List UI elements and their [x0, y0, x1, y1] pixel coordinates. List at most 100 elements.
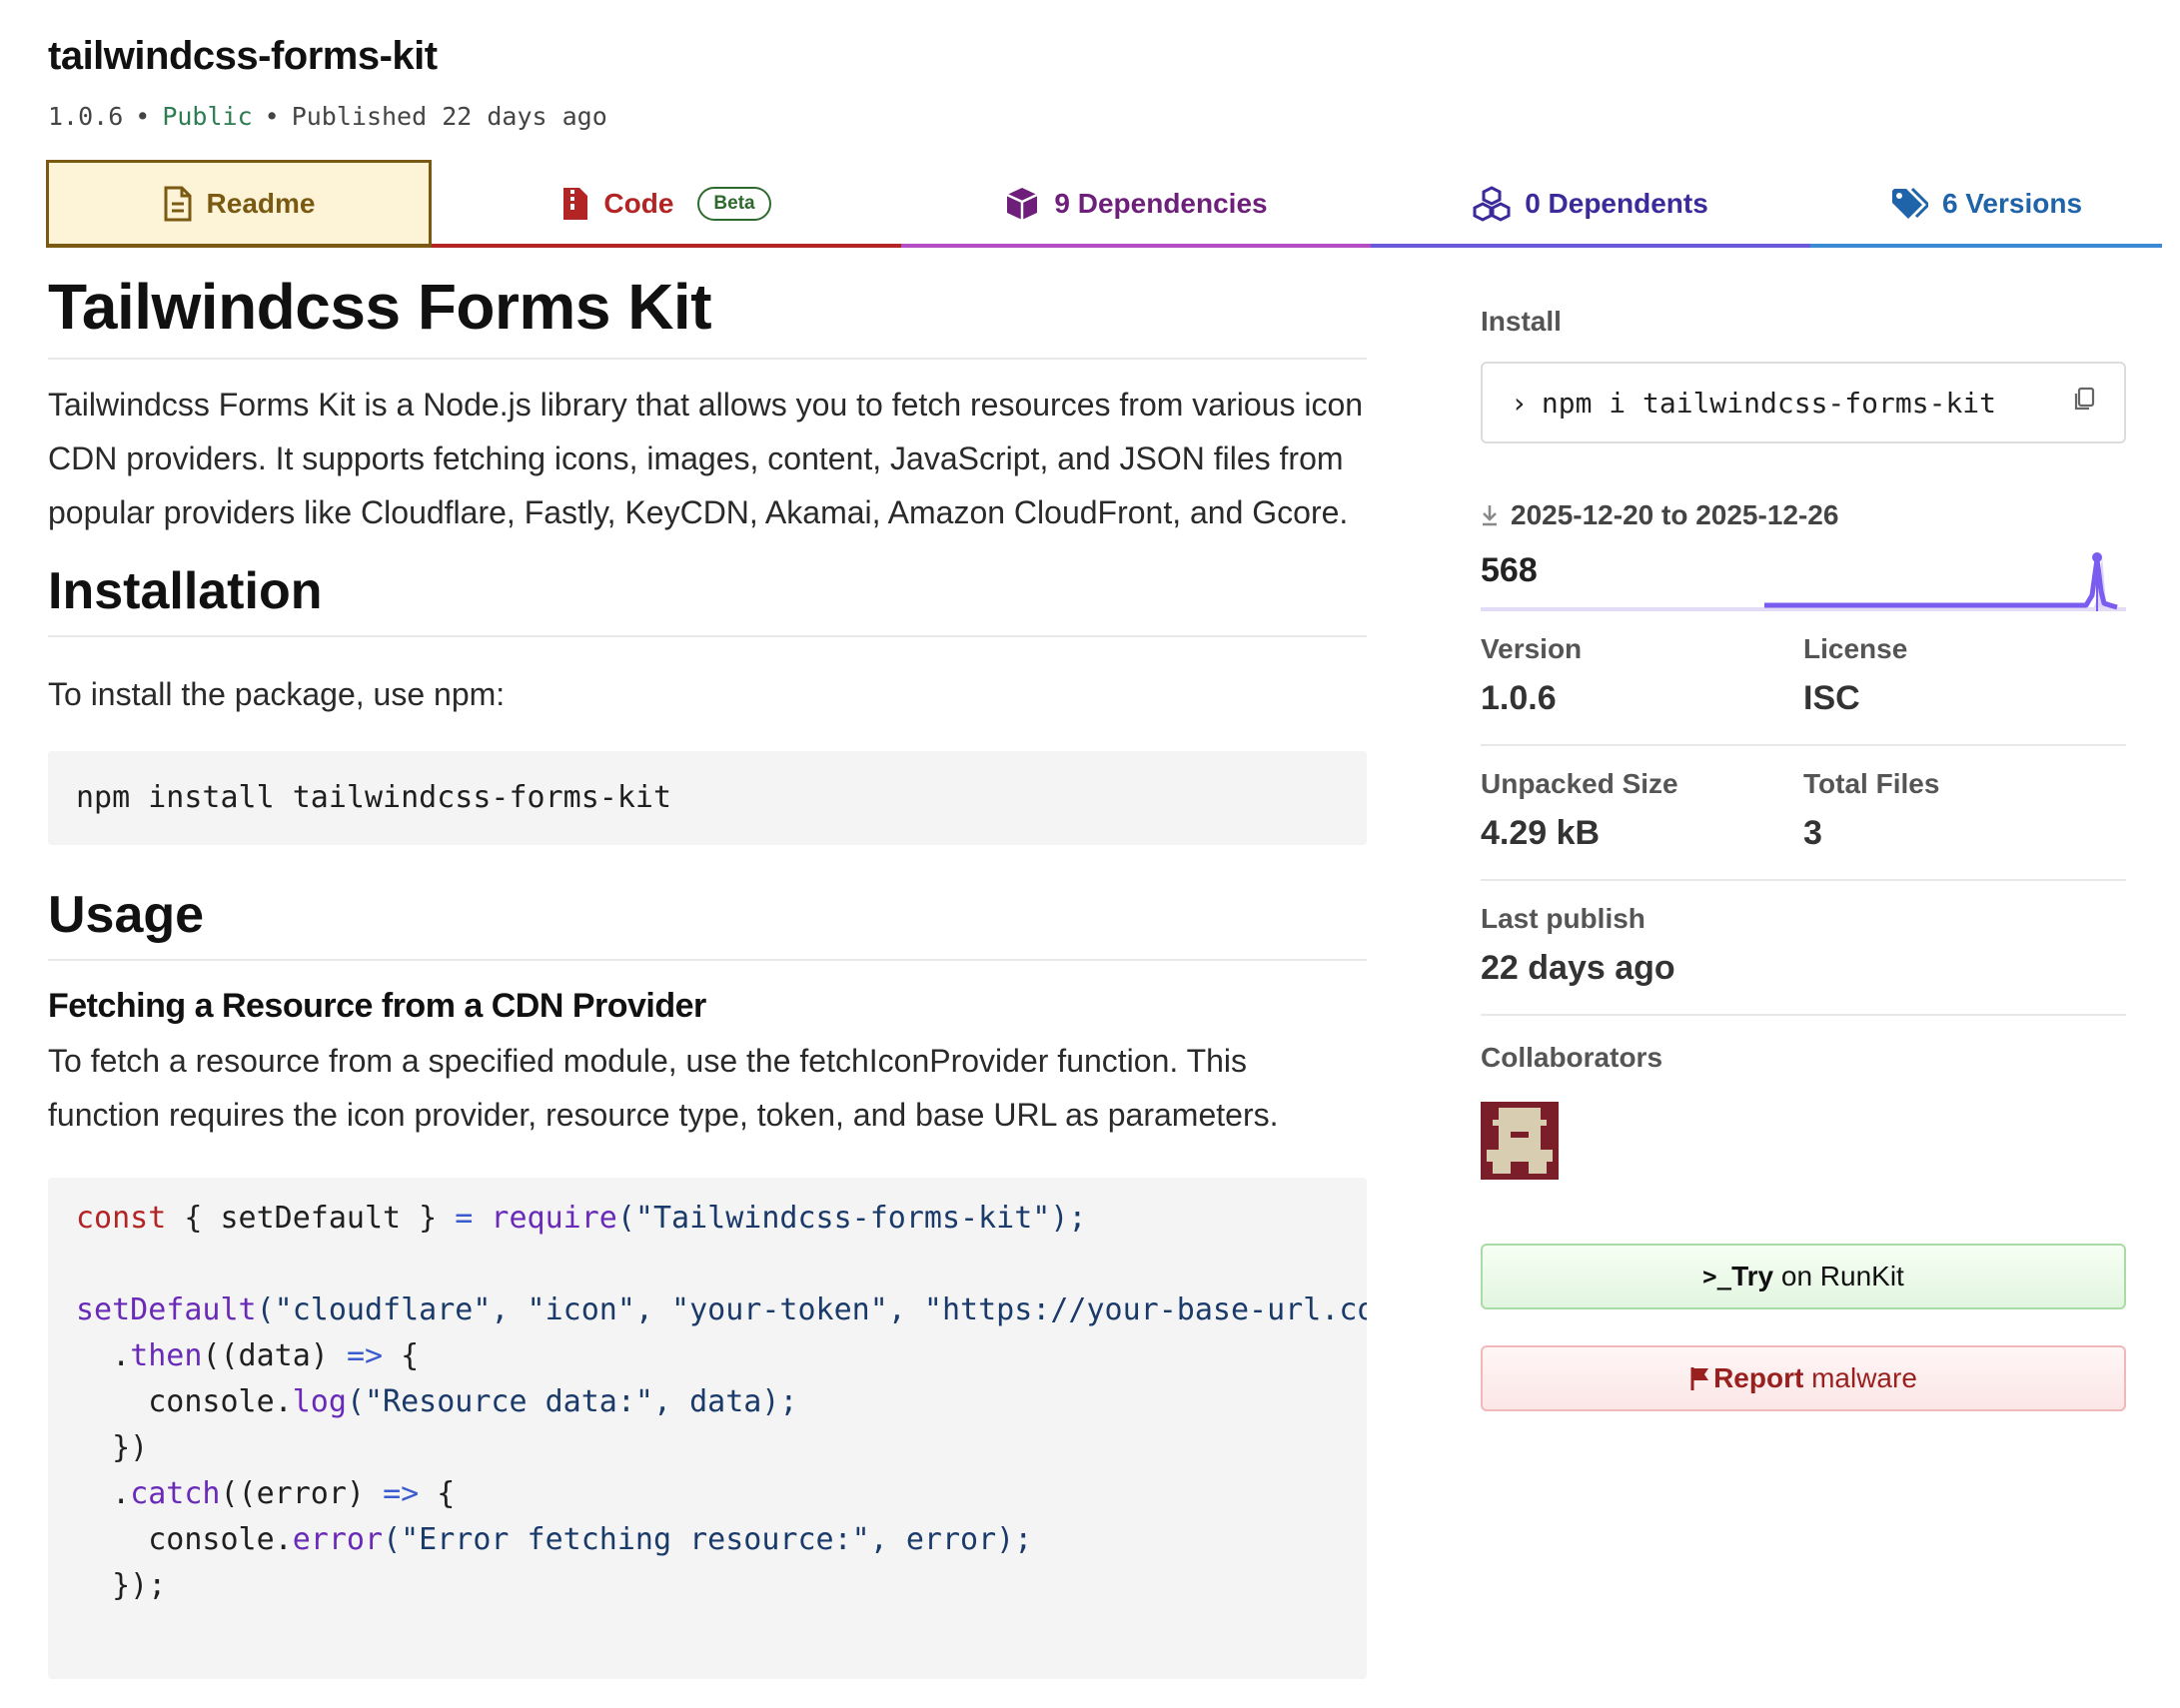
- flag-icon: [1689, 1365, 1711, 1391]
- license-label: License: [1803, 633, 1908, 664]
- installation-heading: Installation: [48, 561, 1367, 637]
- size-files-row: Unpacked Size 4.29 kB Total Files 3: [1481, 746, 2126, 881]
- code-token: { setDefault }: [166, 1201, 456, 1236]
- report-bold-label: Report: [1713, 1362, 1804, 1393]
- tab-readme[interactable]: Readme: [46, 160, 432, 248]
- collaborators-section: Collaborators: [1481, 1016, 2126, 1180]
- tab-code[interactable]: Code Beta: [432, 160, 901, 248]
- code-token: error: [292, 1522, 384, 1557]
- tab-versions-label: 6 Versions: [1941, 188, 2083, 219]
- readme-content: Tailwindcss Forms Kit Tailwindcss Forms …: [48, 270, 1367, 1679]
- usage-text: To fetch a resource from a specified mod…: [48, 1043, 1279, 1133]
- code-token: }): [76, 1430, 149, 1465]
- weekly-downloads-range: 2025-12-20 to 2025-12-26: [1481, 499, 2126, 531]
- tab-code-label: Code: [603, 188, 674, 219]
- last-publish-value: 22 days ago: [1481, 949, 1675, 987]
- package-tabs: Readme Code Beta 9 Dependencies 0 Depend…: [46, 160, 2162, 252]
- code-token: setDefault: [76, 1292, 257, 1327]
- prompt-icon: ›: [1511, 386, 1528, 420]
- version-label: Version: [1481, 633, 1583, 664]
- code-token: {: [383, 1338, 420, 1373]
- tab-readme-label: Readme: [206, 188, 316, 219]
- document-icon: [163, 186, 193, 222]
- tab-dependents-label: 0 Dependents: [1525, 188, 1708, 219]
- download-icon: [1481, 503, 1499, 527]
- code-token: log: [292, 1384, 347, 1419]
- code-token: =: [455, 1201, 474, 1236]
- code-token: {: [419, 1476, 456, 1511]
- meta-separator: •: [264, 102, 280, 131]
- code-token: then: [130, 1338, 203, 1373]
- code-token: ("Tailwindcss-forms-kit");: [616, 1201, 1087, 1236]
- runkit-bold-label: Try: [1731, 1261, 1774, 1291]
- tab-underline-versions: [1810, 244, 2162, 248]
- code-token: require: [491, 1201, 617, 1236]
- readme-intro: Tailwindcss Forms Kit is a Node.js libra…: [48, 387, 1364, 530]
- unpacked-size-label: Unpacked Size: [1481, 768, 1678, 799]
- code-token: catch: [130, 1476, 221, 1511]
- code-token: .: [76, 1338, 131, 1373]
- tab-dependencies[interactable]: 9 Dependencies: [901, 160, 1371, 248]
- total-files-value: 3: [1803, 814, 1822, 852]
- version-license-row: Version 1.0.6 License ISC: [1481, 611, 2126, 746]
- install-command-box[interactable]: › npm i tailwindcss-forms-kit: [1481, 362, 2126, 443]
- runkit-label: on RunKit: [1773, 1261, 1904, 1291]
- copy-icon[interactable]: [2072, 387, 2096, 420]
- boxes-icon: [1473, 186, 1511, 222]
- code-token: ((error): [220, 1476, 384, 1511]
- version-value: 1.0.6: [1481, 679, 1557, 717]
- report-label: malware: [1803, 1362, 1917, 1393]
- package-sidebar: Install › npm i tailwindcss-forms-kit 20…: [1481, 270, 2126, 1411]
- tags-icon: [1890, 187, 1928, 221]
- usage-heading: Usage: [48, 885, 1367, 961]
- avatar[interactable]: [1481, 1102, 1559, 1180]
- code-token: =>: [383, 1476, 420, 1511]
- tab-underline-dependents: [1371, 244, 1810, 248]
- downloads-date-range: 2025-12-20 to 2025-12-26: [1511, 499, 1839, 530]
- install-code-block: npm install tailwindcss-forms-kit: [48, 751, 1367, 845]
- downloads-sparkline-area: 568: [1481, 545, 2126, 611]
- code-token: ((data): [202, 1338, 347, 1373]
- tab-versions[interactable]: 6 Versions: [1810, 160, 2162, 248]
- install-command[interactable]: npm i tailwindcss-forms-kit: [1542, 387, 2072, 420]
- try-on-runkit-button[interactable]: >_ Try on RunKit: [1481, 1244, 2126, 1309]
- code-token: console.: [76, 1384, 293, 1419]
- code-token: ("cloudflare", "icon", "your-token", "ht…: [256, 1292, 1367, 1327]
- license-value: ISC: [1803, 679, 1860, 717]
- tab-underline-dependencies: [901, 244, 1371, 248]
- collaborators-label: Collaborators: [1481, 1042, 1663, 1073]
- code-token: ("Error fetching resource:", error);: [383, 1522, 1033, 1557]
- code-token: const: [76, 1201, 167, 1236]
- unpacked-size-value: 4.29 kB: [1481, 814, 1601, 852]
- beta-badge: Beta: [697, 187, 771, 221]
- last-publish-row: Last publish 22 days ago: [1481, 881, 2126, 1016]
- total-files-label: Total Files: [1803, 768, 1940, 799]
- downloads-sparkline: [1764, 552, 2118, 611]
- npm-package-page: tailwindcss-forms-kit 1.0.6 • Public • Publi…: [0, 0, 2180, 1708]
- code-token: =>: [346, 1338, 384, 1373]
- last-publish-label: Last publish: [1481, 903, 1645, 934]
- downloads-count: 568: [1481, 551, 1538, 589]
- tab-underline-code: [432, 244, 901, 248]
- installation-text: To install the package, use npm:: [48, 676, 506, 712]
- box-icon: [1004, 186, 1040, 222]
- tab-dependencies-label: 9 Dependencies: [1054, 188, 1268, 219]
- zip-file-icon: [561, 186, 589, 222]
- code-token: console.: [76, 1522, 293, 1557]
- code-token: });: [76, 1568, 167, 1603]
- package-version: 1.0.6: [48, 102, 124, 131]
- visibility-badge: Public: [162, 102, 253, 131]
- code-token: .: [76, 1476, 131, 1511]
- usage-subheading: Fetching a Resource from a CDN Provider: [48, 987, 706, 1025]
- report-malware-button[interactable]: Report malware: [1481, 1345, 2126, 1411]
- readme-title: Tailwindcss Forms Kit: [48, 270, 1367, 360]
- terminal-icon: >_: [1702, 1263, 1732, 1290]
- code-token: ("Resource data:", data);: [346, 1384, 798, 1419]
- usage-code-block: const { setDefault } = require("Tailwind…: [48, 1178, 1367, 1679]
- tab-dependents[interactable]: 0 Dependents: [1371, 160, 1810, 248]
- tab-underline-readme: [46, 244, 432, 248]
- install-label: Install: [1481, 306, 1562, 337]
- meta-separator: •: [135, 102, 151, 131]
- package-name: tailwindcss-forms-kit: [48, 34, 438, 78]
